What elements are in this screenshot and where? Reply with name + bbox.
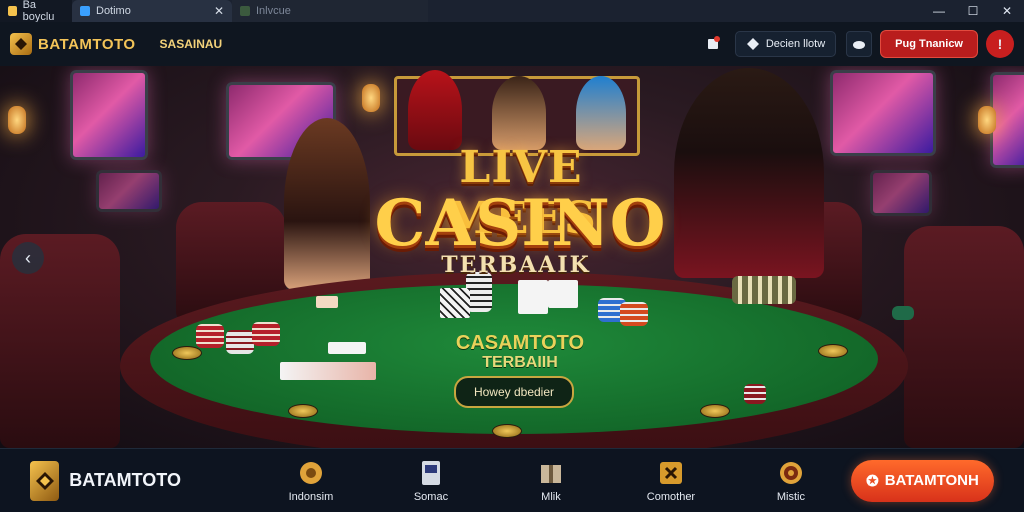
playing-card [328,342,366,354]
chair [904,226,1024,448]
carousel-prev-icon[interactable]: ‹ [12,242,44,274]
tab-label: Dotimo [96,5,131,17]
notification-icon[interactable] [701,32,725,56]
chip-stack [196,324,224,348]
slot-machine-screen [70,70,148,160]
dealer-portrait [408,70,462,150]
felt-subtitle: TERBAIIH [482,354,558,371]
dealer-portrait [492,76,546,150]
brand-name[interactable]: BATAMTOTO [38,36,136,53]
playing-card [280,362,376,380]
bottom-nav-label: Somac [413,490,449,503]
roulette-icon [777,459,805,487]
wall-lamp [362,84,380,112]
box-icon [537,459,565,487]
bottom-nav-item[interactable]: Somac [371,459,491,503]
playing-card [440,288,470,318]
bottom-bar: BATAMTOTO Indonsim Somac Mlik Comother M… [0,448,1024,512]
dealer-right [674,68,824,278]
close-tab-icon[interactable]: ✕ [214,4,224,18]
cta-icon: ✪ [866,472,879,490]
playing-card [316,296,338,308]
trophy-icon [657,459,685,487]
chip-stack [744,384,766,404]
minimize-icon[interactable]: — [922,4,956,18]
dealer-portrait [576,76,626,150]
cup-holder [492,424,522,438]
app-tab-label: Ba boyclu [22,0,55,23]
playing-card [548,280,578,308]
playing-card [518,280,548,314]
app-tab[interactable]: Ba boyclu [0,0,72,23]
slot-machine-icon [417,459,445,487]
felt-button[interactable]: Howey dbedier [454,376,574,408]
bottom-nav-label: Mistic [776,490,805,503]
nav-link[interactable]: SASAINAU [160,37,223,51]
felt-title: CASAMTOTO [455,332,585,354]
browser-tab-active[interactable]: Dotimo ✕ [72,0,232,22]
maximize-icon[interactable]: ☐ [956,4,990,18]
chip-icon [297,459,325,487]
hero-title-line3: TERBAAIK [441,252,591,278]
card-shoe [732,276,796,304]
cloud-icon[interactable] [846,31,873,57]
browser-tab-bar: Ba boyclu Dotimo ✕ Inlvcue — ☐ ✕ [0,0,1024,23]
bottom-nav-label: Comother [646,490,696,503]
bottom-logo-icon[interactable] [30,460,60,501]
bottom-nav-item[interactable]: Indonsim [251,459,371,503]
download-button[interactable]: Decien llotw [734,31,837,57]
cup-holder [172,346,202,360]
close-window-icon[interactable]: ✕ [990,4,1024,18]
cup-holder [818,344,848,358]
bottom-nav-item[interactable]: Mistic [731,459,851,503]
brand-logo-icon[interactable] [10,33,32,55]
slot-machine-screen [830,70,936,156]
alert-button[interactable]: ! [986,30,1014,58]
site-header: BATAMTOTO SASAINAU Decien llotw Pug Tnan… [0,22,1024,66]
tab-favicon-icon [240,6,250,16]
bottom-nav-item[interactable]: Mlik [491,459,611,503]
slot-machine-screen [96,170,162,212]
bottom-nav-item[interactable]: Comother [611,459,731,503]
cup-holder [700,404,730,418]
app-favicon-icon [8,6,17,16]
register-button[interactable]: Pug Tnanicw [880,30,978,58]
cup-holder [288,404,318,418]
bottom-nav-label: Indonsim [288,490,334,503]
bottom-brand[interactable]: BATAMTOTO [69,470,181,491]
cta-label: BATAMTONH [884,472,979,489]
browser-tab-inactive[interactable]: Inlvcue [232,0,428,22]
slot-machine-screen [870,170,932,216]
chip-stack [620,302,648,326]
gem-icon [746,38,759,50]
hero-banner: LIVE MEES CASINO TERBAAIK CASAMTOTO TERB… [0,66,1024,448]
chip-stack [892,306,914,320]
download-button-label: Decien llotw [765,38,826,50]
chip-stack [252,322,280,346]
hero-title-line2: CASINO [374,186,666,261]
bottom-nav: Indonsim Somac Mlik Comother Mistic [251,459,851,503]
tab-label: Inlvcue [256,5,291,17]
bottom-nav-label: Mlik [541,490,561,503]
wall-lamp [8,106,26,134]
window-controls: — ☐ ✕ [922,0,1024,22]
wall-lamp [978,106,996,134]
cta-button[interactable]: ✪ BATAMTONH [850,459,994,502]
chip-stack [226,330,254,354]
tab-favicon-icon [80,6,90,16]
